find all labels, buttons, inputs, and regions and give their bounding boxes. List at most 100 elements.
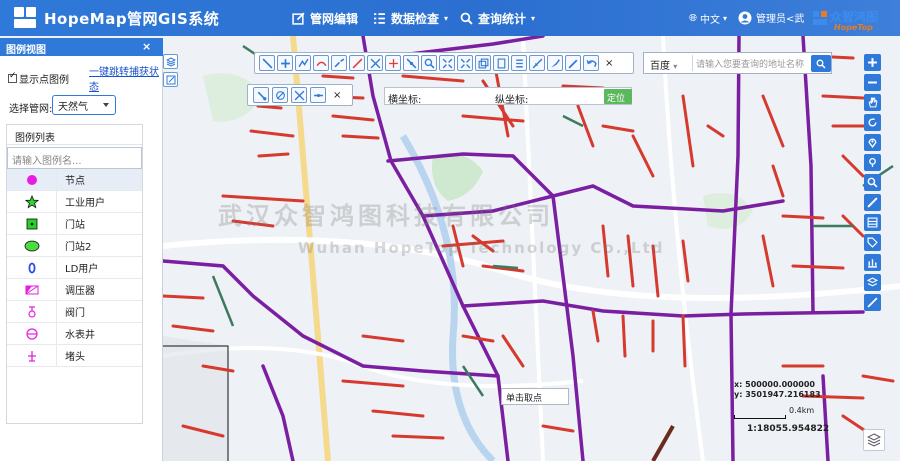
- copy-tool-icon[interactable]: [475, 55, 491, 71]
- refresh-icon[interactable]: [864, 114, 881, 131]
- nav-pipe-edit[interactable]: 管网编辑: [292, 10, 358, 27]
- legend-item[interactable]: 水表井: [7, 322, 142, 345]
- legend-item[interactable]: 调压器: [7, 278, 142, 301]
- coordinate-locator: 横坐标: 纵坐标: 定位: [384, 87, 632, 106]
- search-feature-icon[interactable]: [421, 55, 437, 71]
- legend-list-title: 图例列表: [7, 125, 142, 145]
- scale-label: 0.4km: [789, 406, 815, 415]
- add-line-tool-icon[interactable]: [295, 55, 311, 71]
- close-icon[interactable]: ×: [333, 90, 341, 101]
- cursor-coordinates: x: 500000.000000 y: 3501947.216183: [734, 380, 821, 400]
- legend-panel-title: 图例视图: [6, 45, 46, 56]
- location-pin-icon[interactable]: [864, 134, 881, 151]
- legend-item-label: 阀门: [65, 308, 85, 319]
- geocode-source-label: 百度: [650, 61, 670, 72]
- snap-intersect-icon[interactable]: [291, 87, 307, 103]
- legend-item-label: 门站2: [65, 242, 92, 253]
- language-label: 中文: [700, 15, 720, 26]
- app-title: HopeMap管网GIS系统: [44, 10, 220, 28]
- address-search-input[interactable]: 请输入您要查询的地址名称: [692, 55, 810, 71]
- list-icon: [374, 13, 385, 24]
- green-square-icon: [26, 218, 37, 229]
- snap-edge-icon[interactable]: [272, 87, 288, 103]
- measure-tool-icon[interactable]: [529, 55, 545, 71]
- checkbox[interactable]: [8, 71, 17, 83]
- zoom-in-icon[interactable]: [864, 54, 881, 71]
- pin-drop-icon[interactable]: [864, 154, 881, 171]
- break-line-tool-icon[interactable]: [331, 55, 347, 71]
- search-button[interactable]: [811, 55, 831, 72]
- map-right-toolbar: [864, 54, 882, 314]
- user-avatar-icon: [738, 11, 752, 24]
- paste-tool-icon[interactable]: [493, 55, 509, 71]
- magenta-dot-icon: [26, 174, 37, 185]
- top-header: HopeMap管网GIS系统 管网编辑 数据检查 ▾ 查询统计 ▾ 🌐︎ 中文 …: [0, 0, 900, 36]
- brush-tool-icon[interactable]: [547, 55, 563, 71]
- snap-midpoint-icon[interactable]: [310, 87, 326, 103]
- split-tool-icon[interactable]: [367, 55, 383, 71]
- zoom-out-icon[interactable]: [864, 74, 881, 91]
- select-line-tool-icon[interactable]: [259, 55, 275, 71]
- legend-item[interactable]: LD用户: [7, 256, 142, 279]
- clear-brush-icon[interactable]: [864, 294, 881, 311]
- close-icon[interactable]: ×: [605, 58, 613, 69]
- magnifier-icon[interactable]: [864, 174, 881, 191]
- language-switch[interactable]: 🌐︎ 中文 ▾: [689, 11, 727, 26]
- meter-well-icon: [25, 327, 38, 340]
- show-point-legend-toggle[interactable]: 显示点图例: [8, 71, 69, 86]
- chevron-down-icon: ▾: [673, 62, 678, 71]
- company-watermark-en: Wuhan HopeTop Technology Co.,Ltd: [298, 239, 665, 257]
- network-select[interactable]: 天然气: [52, 95, 116, 115]
- chart-icon[interactable]: [864, 254, 881, 271]
- plug-icon: [27, 350, 36, 362]
- y-coordinate-label: 纵坐标:: [495, 95, 529, 106]
- legend-item[interactable]: 阀门: [7, 300, 142, 323]
- layer-stack-icon[interactable]: [163, 54, 178, 69]
- nav-query-stats[interactable]: 查询统计 ▾: [460, 10, 535, 27]
- attribute-tool-icon[interactable]: [511, 55, 527, 71]
- layers-icon[interactable]: [864, 274, 881, 291]
- legend-item[interactable]: 门站: [7, 212, 142, 235]
- zoom-in-tool-icon[interactable]: [439, 55, 455, 71]
- legend-panel: 一键跳转捕获状态 显示点图例 选择管网: 天然气 图例列表 请输入图例名... …: [0, 56, 163, 461]
- undo-tool-icon[interactable]: [583, 55, 599, 71]
- basemap-switch-button[interactable]: [863, 429, 885, 451]
- geocode-source-select[interactable]: 百度 ▾: [650, 57, 677, 72]
- user-menu[interactable]: 管理员<武: [738, 10, 804, 25]
- show-point-legend-label: 显示点图例: [19, 75, 69, 86]
- legend-item-label: 水表井: [65, 330, 95, 341]
- edit-toolbar: ×: [254, 52, 634, 74]
- edit-icon: [292, 12, 305, 25]
- nav-label: 数据检查: [391, 12, 440, 26]
- chevron-down-icon: ▾: [444, 14, 449, 23]
- nav-data-check[interactable]: 数据检查 ▾: [373, 10, 448, 27]
- zoom-out-tool-icon[interactable]: [457, 55, 473, 71]
- ruler-icon[interactable]: [864, 194, 881, 211]
- legend-item[interactable]: 工业用户: [7, 190, 142, 213]
- legend-search-input[interactable]: 请输入图例名...: [7, 147, 142, 169]
- green-star-icon: [24, 194, 39, 209]
- connect-tool-icon[interactable]: [349, 55, 365, 71]
- map-canvas[interactable]: 武汉众智鸿图科技有限公司 Wuhan HopeTop Technology Co…: [163, 36, 900, 461]
- brand-en: HopeTop: [834, 23, 873, 32]
- table-icon[interactable]: [864, 214, 881, 231]
- legend-item[interactable]: 堵头: [7, 344, 142, 367]
- capture-status-link[interactable]: 一键跳转捕获状态: [89, 63, 162, 93]
- legend-item[interactable]: 门站2: [7, 234, 142, 257]
- add-node-tool-icon[interactable]: [277, 55, 293, 71]
- pen-tool-icon[interactable]: [565, 55, 581, 71]
- regulator-icon: [25, 285, 38, 294]
- polyline-tool-icon[interactable]: [313, 55, 329, 71]
- network-select-label: 选择管网:: [9, 104, 53, 115]
- brand-mark-icon: [813, 11, 827, 25]
- pan-hand-icon[interactable]: [864, 94, 881, 111]
- merge-tool-icon[interactable]: [385, 55, 401, 71]
- snap-node-icon[interactable]: [253, 87, 269, 103]
- close-icon[interactable]: ×: [142, 40, 151, 53]
- legend-item[interactable]: 节点: [7, 168, 142, 191]
- move-tool-icon[interactable]: [403, 55, 419, 71]
- tag-icon[interactable]: [864, 234, 881, 251]
- legend-item-label: 工业用户: [65, 198, 105, 209]
- locate-button[interactable]: 定位: [604, 89, 632, 104]
- edit-pen-icon[interactable]: [163, 72, 178, 87]
